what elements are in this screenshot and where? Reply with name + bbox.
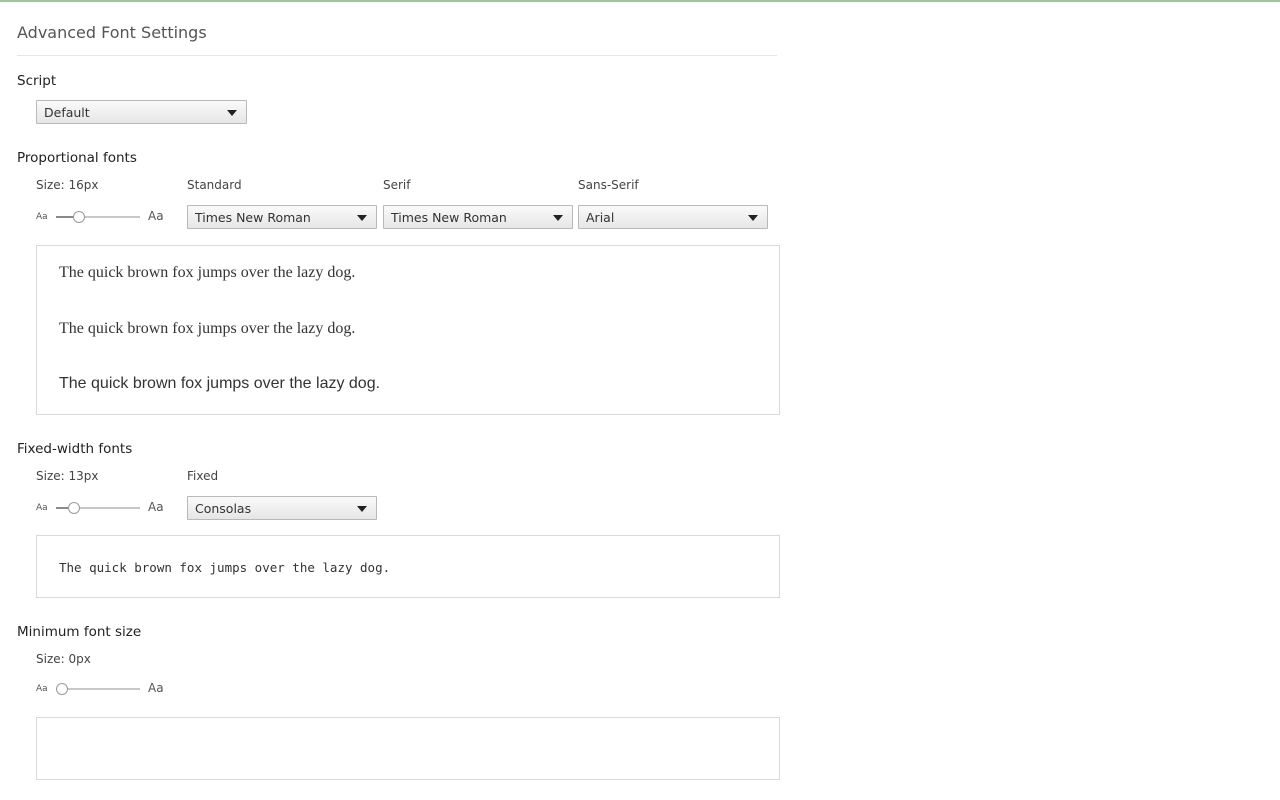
chevron-down-icon xyxy=(553,215,563,221)
sans-serif-font-value: Arial xyxy=(586,210,615,225)
minimum-size-slider[interactable] xyxy=(56,683,140,695)
fixed-font-label: Fixed xyxy=(187,469,219,483)
title-divider xyxy=(17,55,777,56)
proportional-section-label: Proportional fonts xyxy=(17,150,137,166)
fixed-size-label: Size: 13px xyxy=(36,469,99,483)
standard-font-label: Standard xyxy=(187,178,242,192)
slider-thumb[interactable] xyxy=(56,683,68,695)
fixed-preview-box: The quick brown fox jumps over the lazy … xyxy=(36,535,780,598)
minimum-preview-box xyxy=(36,717,780,780)
sans-serif-font-label: Sans-Serif xyxy=(578,178,639,192)
script-select-value: Default xyxy=(44,105,90,120)
script-select[interactable]: Default xyxy=(36,100,247,124)
chevron-down-icon xyxy=(357,506,367,512)
chevron-down-icon xyxy=(357,215,367,221)
sans-serif-preview-text: The quick brown fox jumps over the lazy … xyxy=(59,375,381,392)
page-title: Advanced Font Settings xyxy=(17,23,207,42)
size-decrease-label: Aa xyxy=(36,684,48,694)
fixed-width-section-label: Fixed-width fonts xyxy=(17,441,133,457)
chevron-down-icon xyxy=(748,215,758,221)
script-section-label: Script xyxy=(17,73,57,89)
fixed-font-value: Consolas xyxy=(195,501,252,516)
size-increase-label: Aa xyxy=(148,500,164,514)
serif-font-value: Times New Roman xyxy=(391,210,507,225)
fixed-font-select[interactable]: Consolas xyxy=(187,496,377,520)
proportional-preview-box: The quick brown fox jumps over the lazy … xyxy=(36,245,780,415)
size-increase-label: Aa xyxy=(148,209,164,223)
standard-font-value: Times New Roman xyxy=(195,210,311,225)
serif-font-label: Serif xyxy=(383,178,411,192)
minimum-size-label: Size: 0px xyxy=(36,652,91,666)
minimum-size-section-label: Minimum font size xyxy=(17,624,142,640)
sans-serif-font-select[interactable]: Arial xyxy=(578,205,768,229)
size-decrease-label: Aa xyxy=(36,503,48,513)
top-accent-line xyxy=(0,0,1280,2)
proportional-size-slider[interactable] xyxy=(56,211,140,223)
standard-preview-text: The quick brown fox jumps over the lazy … xyxy=(59,264,356,281)
serif-font-select[interactable]: Times New Roman xyxy=(383,205,573,229)
size-decrease-label: Aa xyxy=(36,212,48,222)
fixed-preview-text: The quick brown fox jumps over the lazy … xyxy=(59,560,391,575)
slider-thumb[interactable] xyxy=(73,211,86,223)
fixed-size-slider[interactable] xyxy=(56,502,140,514)
standard-font-select[interactable]: Times New Roman xyxy=(187,205,377,229)
chevron-down-icon xyxy=(227,110,237,116)
proportional-size-label: Size: 16px xyxy=(36,178,99,192)
serif-preview-text: The quick brown fox jumps over the lazy … xyxy=(59,320,356,337)
size-increase-label: Aa xyxy=(148,681,164,695)
slider-thumb[interactable] xyxy=(68,502,81,514)
